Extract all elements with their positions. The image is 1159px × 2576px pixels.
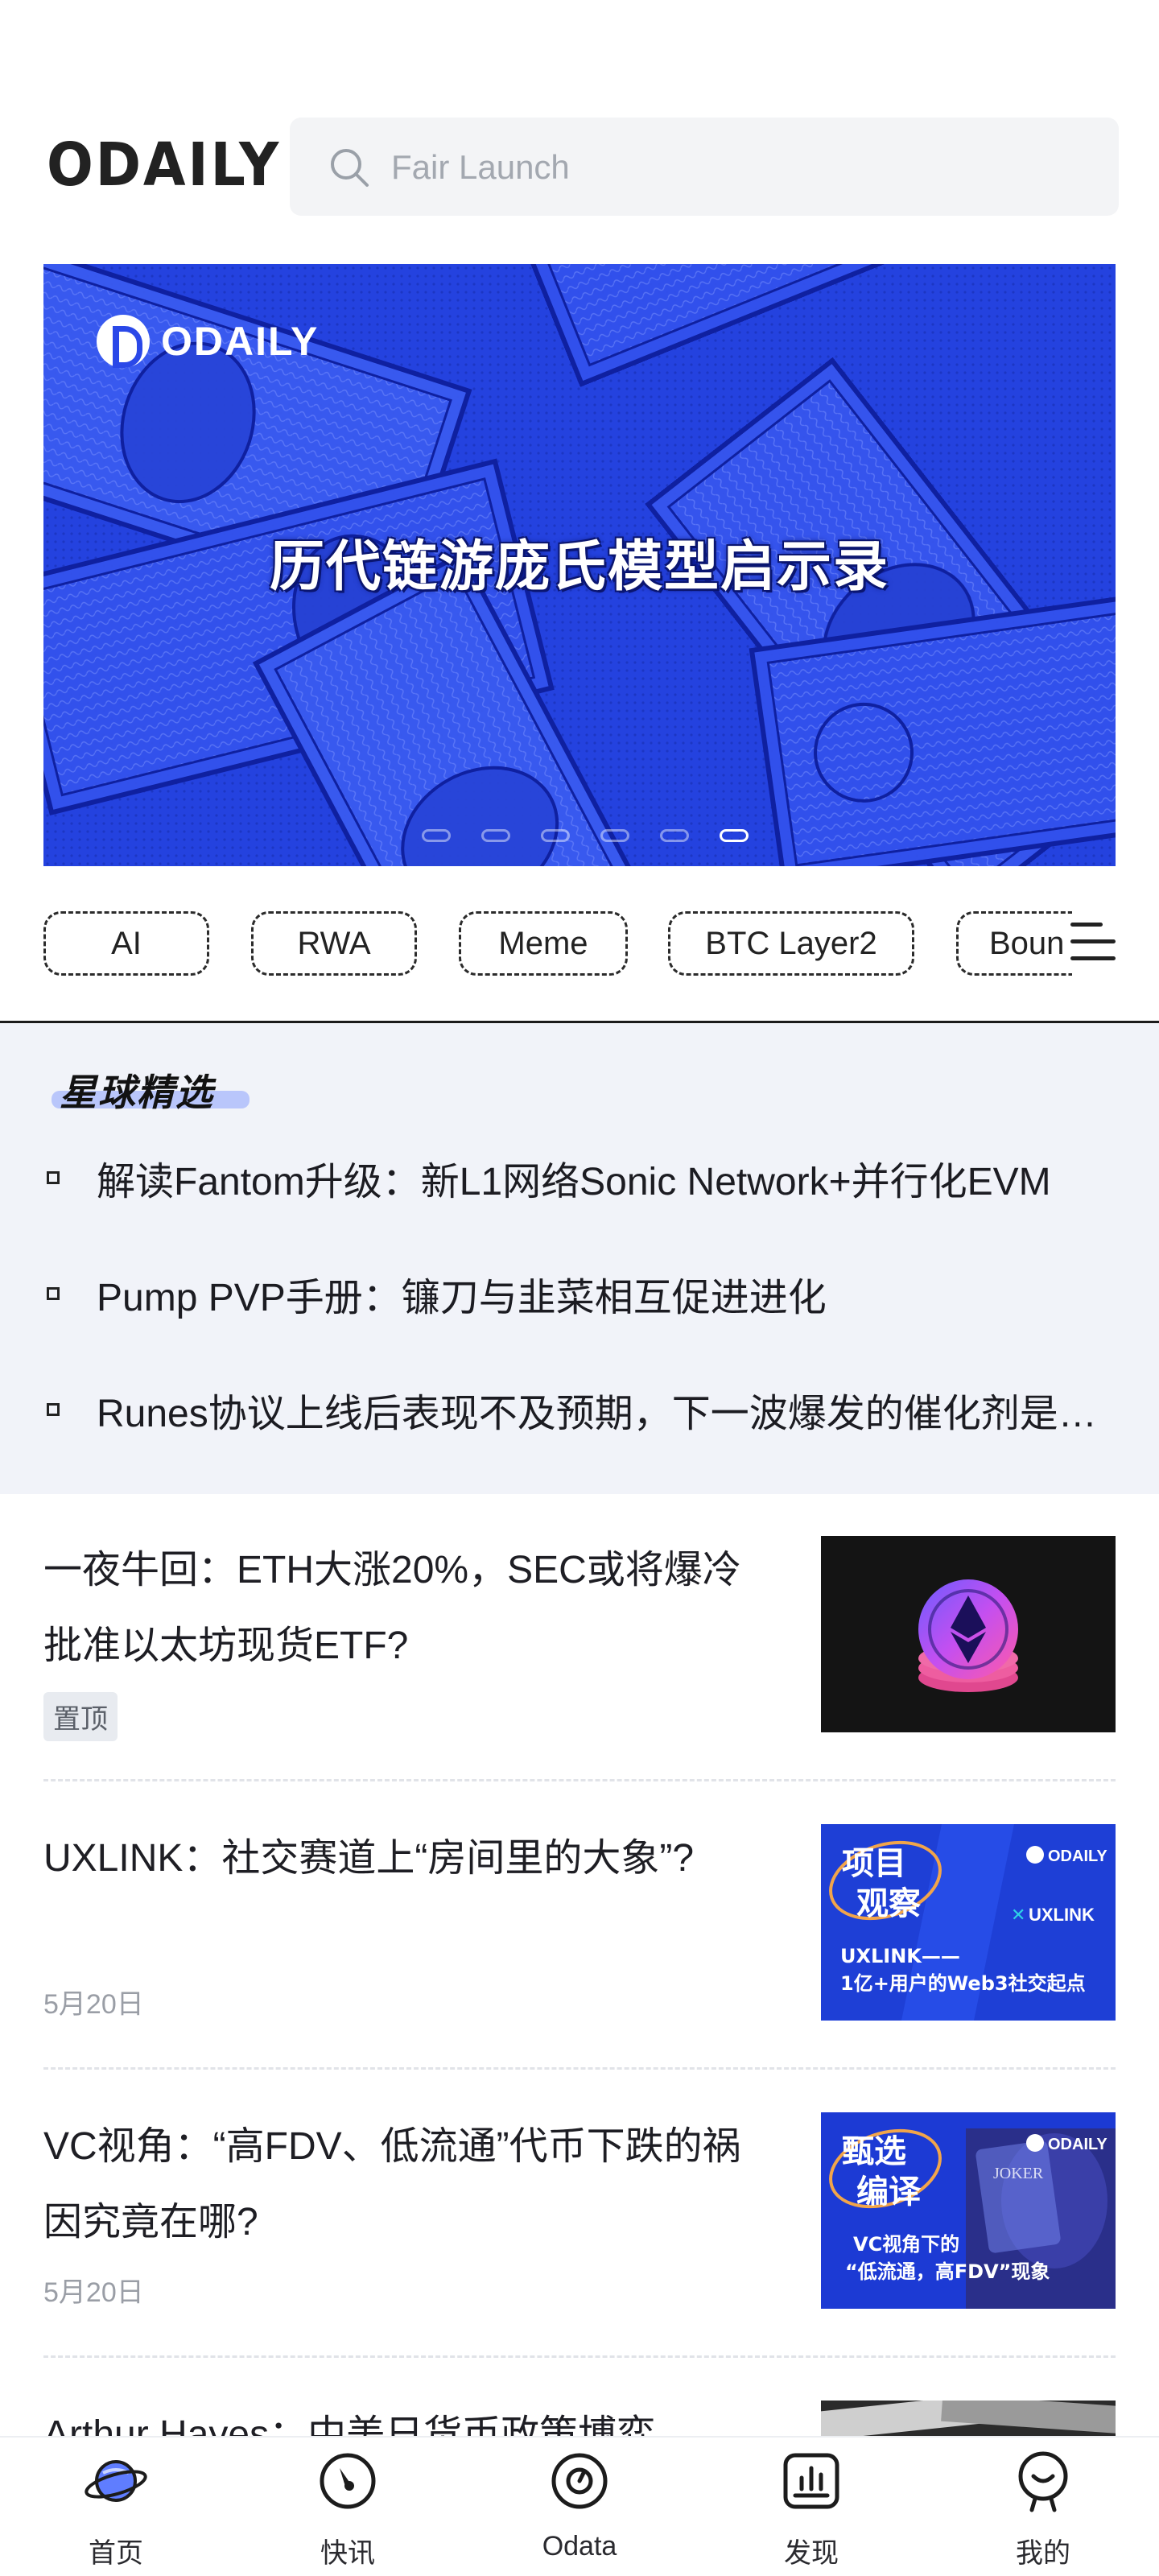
search-input[interactable]: Fair Launch [391, 150, 570, 185]
carousel-dot[interactable] [481, 829, 510, 842]
pinned-badge: 置顶 [43, 1692, 118, 1741]
carousel-dot[interactable] [660, 829, 689, 842]
banner-brand: ODAILY [97, 309, 319, 374]
article-separator [43, 2355, 1116, 2358]
search-bar[interactable]: Fair Launch [290, 118, 1119, 216]
nav-label: 发现 [784, 2538, 839, 2569]
bullet-icon [47, 1171, 60, 1184]
featured-item-text[interactable]: Runes协议上线后表现不及预期，下一波爆发的催化剂是什么？ [97, 1381, 1117, 1438]
svg-text:VC视角下的: VC视角下的 [853, 2233, 959, 2256]
tag-boun[interactable]: Boun [956, 911, 1072, 976]
hero-banner[interactable]: ODAILY 历代链游庞氏模型启示录 [43, 264, 1116, 866]
menu-icon[interactable] [1070, 923, 1116, 964]
tag-meme[interactable]: Meme [459, 911, 628, 976]
nav-label: 首页 [89, 2538, 143, 2569]
app-header: ODAILY Fair Launch [0, 0, 1159, 242]
topic-tags: AI RWA Meme BTC Layer2 Boun [43, 911, 1072, 977]
svg-text:1亿+用户的Web3社交起点: 1亿+用户的Web3社交起点 [840, 1972, 1086, 1995]
svg-text:ODAILY: ODAILY [1048, 2136, 1107, 2153]
carousel-dot[interactable] [600, 829, 629, 842]
tag-rwa[interactable]: RWA [251, 911, 417, 976]
tag-ai[interactable]: AI [43, 911, 209, 976]
flash-clock-icon [320, 2453, 376, 2509]
search-icon [331, 149, 369, 187]
article-date: 5月20日 [43, 2277, 144, 2308]
svg-text:✕: ✕ [1011, 1905, 1025, 1925]
nav-label: 我的 [1016, 2538, 1070, 2569]
odata-icon [551, 2453, 608, 2509]
featured-item[interactable]: Runes协议上线后表现不及预期，下一波爆发的催化剂是什么？ [47, 1377, 1117, 1442]
bullet-icon [47, 1403, 60, 1416]
featured-item[interactable]: 解读Fantom升级：新L1网络Sonic Network+并行化EVM [47, 1146, 1117, 1210]
svg-text:UXLINK: UXLINK [1029, 1905, 1095, 1925]
article-thumbnail[interactable] [821, 1536, 1116, 1732]
svg-text:编译: 编译 [856, 2174, 922, 2211]
odaily-logo-icon [97, 315, 150, 368]
article-date: 5月20日 [43, 1989, 144, 2020]
featured-title: 星球精选 [60, 1071, 214, 1114]
app-logo[interactable]: ODAILY [47, 135, 281, 195]
ethereum-coin-image [821, 1536, 1116, 1732]
article-separator [43, 2067, 1116, 2070]
bottom-navigation: 首页 快讯 Odata 发现 我的 [0, 2436, 1159, 2576]
planet-icon [85, 2460, 147, 2502]
article-title[interactable]: 一夜牛回：ETH大涨20%，SEC或将爆冷批准以太坊现货ETF? [43, 1533, 768, 1684]
article-title[interactable]: VC视角：“高FDV、低流通”代币下跌的祸因究竟在哪? [43, 2109, 768, 2260]
carousel-dot[interactable] [422, 829, 451, 842]
svg-text:甄选: 甄选 [842, 2133, 906, 2170]
svg-text:JOKER: JOKER [993, 2165, 1044, 2182]
nav-label: Odata [542, 2531, 617, 2562]
svg-text:UXLINK——: UXLINK—— [840, 1945, 960, 1967]
nav-odata[interactable]: Odata [464, 2438, 695, 2576]
article-title[interactable]: UXLINK：社交赛道上“房间里的大象”? [43, 1821, 768, 1897]
nav-label: 快讯 [320, 2538, 375, 2569]
nav-home[interactable]: 首页 [0, 2438, 232, 2576]
svg-text:ODAILY: ODAILY [1048, 1847, 1107, 1865]
carousel-dot[interactable] [541, 829, 570, 842]
featured-section: 星球精选 解读Fantom升级：新L1网络Sonic Network+并行化EV… [0, 1023, 1159, 1494]
article-thumbnail[interactable]: 项目 观察 ODAILY ✕ UXLINK UXLINK—— 1亿+用户的Web… [821, 1824, 1116, 2021]
bullet-icon [47, 1287, 60, 1300]
carousel-dot-active[interactable] [720, 829, 749, 842]
featured-item-text[interactable]: 解读Fantom升级：新L1网络Sonic Network+并行化EVM [97, 1150, 1051, 1206]
banner-brand-text: ODAILY [161, 319, 320, 364]
article-separator [43, 1779, 1116, 1781]
article-thumbnail[interactable]: JOKER 甄选 编译 ODAILY VC视角下的 “低流通，高FDV”现象 [821, 2112, 1116, 2309]
chart-icon [783, 2453, 839, 2509]
tag-btc-layer2[interactable]: BTC Layer2 [668, 911, 914, 976]
nav-flash[interactable]: 快讯 [232, 2438, 464, 2576]
nav-profile[interactable]: 我的 [927, 2438, 1159, 2576]
banner-title: 历代链游庞氏模型启示录 [269, 535, 889, 599]
carousel-indicator[interactable] [422, 829, 749, 842]
svg-text:项目: 项目 [842, 1845, 906, 1882]
svg-text:观察: 观察 [856, 1885, 921, 1922]
uxlink-cover-image: 项目 观察 ODAILY ✕ UXLINK UXLINK—— 1亿+用户的Web… [821, 1824, 1116, 2021]
featured-item-text[interactable]: Pump PVP手册：镰刀与韭菜相互促进进化 [97, 1265, 827, 1322]
vc-cover-image: JOKER 甄选 编译 ODAILY VC视角下的 “低流通，高FDV”现象 [821, 2112, 1116, 2309]
profile-icon [1018, 2451, 1068, 2512]
nav-discover[interactable]: 发现 [695, 2438, 927, 2576]
svg-text:“低流通，高FDV”现象: “低流通，高FDV”现象 [845, 2260, 1050, 2283]
featured-item[interactable]: Pump PVP手册：镰刀与韭菜相互促进进化 [47, 1261, 1117, 1326]
